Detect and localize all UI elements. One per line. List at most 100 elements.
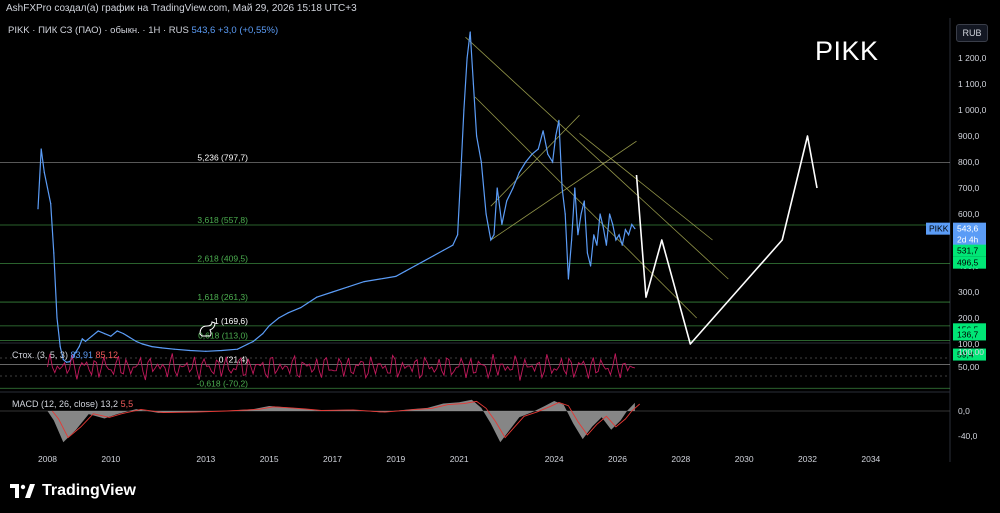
price-point: [363, 281, 365, 283]
y-tick-label: 1 200,0: [958, 53, 987, 63]
projection-path: [635, 135, 818, 345]
current-tag: PIKK: [929, 224, 949, 234]
price-point: [531, 153, 533, 155]
price-label: 496,5: [957, 258, 979, 268]
price-point: [97, 330, 99, 332]
x-tick-label: 2017: [323, 454, 342, 464]
price-point: [53, 252, 55, 254]
macd-legend: MACD (12, 26, close) 13,2 5,5: [12, 399, 133, 409]
price-point: [347, 286, 349, 288]
price-point: [423, 260, 425, 262]
price-point: [316, 296, 318, 298]
price-point: [252, 340, 254, 342]
price-point: [379, 278, 381, 280]
macd-signal-value: 5,5: [120, 399, 134, 409]
fib-label: 2,618 (409,5): [197, 254, 248, 264]
price-point: [615, 239, 617, 241]
price-label: 2d 4h: [957, 235, 979, 245]
price-point: [574, 187, 576, 189]
price-point: [586, 252, 589, 254]
price-point: [618, 234, 620, 236]
price-point: [151, 346, 153, 348]
price-point: [599, 213, 601, 215]
stoch-tick-label: 50,00: [958, 362, 980, 372]
price-point: [577, 234, 579, 236]
price-point: [122, 333, 125, 335]
fib-label: 0 (21,4): [219, 354, 248, 364]
x-tick-label: 2032: [798, 454, 817, 464]
price-point: [570, 239, 573, 241]
macd-value: 13,2: [100, 399, 119, 409]
price-point: [496, 187, 498, 189]
macd-histogram-area: [47, 399, 635, 443]
footer-bar: [0, 470, 1000, 513]
price-point: [110, 335, 112, 337]
price-point: [605, 244, 608, 246]
price-point: [580, 213, 582, 215]
price-point: [84, 340, 87, 342]
tradingview-logo-icon: [10, 484, 35, 498]
fib-label: 1 (169,6): [214, 316, 248, 326]
price-point: [490, 239, 492, 241]
price-point: [300, 307, 302, 309]
price-point: [141, 343, 144, 345]
price-point: [404, 270, 406, 272]
fib-label: 5,236 (797,7): [197, 153, 248, 163]
price-point: [485, 213, 487, 215]
fib-label: 1,618 (261,3): [197, 292, 248, 302]
price-point: [46, 187, 49, 189]
price-point: [567, 278, 570, 280]
currency-button[interactable]: RUB: [956, 24, 988, 42]
x-tick-label: 2015: [260, 454, 279, 464]
macd-label: MACD (12, 26, close): [12, 399, 99, 409]
price-point: [59, 346, 61, 348]
price-point: [634, 228, 636, 230]
y-tick-label: 1 000,0: [958, 105, 987, 115]
y-tick-label: 800,0: [958, 157, 980, 167]
price-point: [469, 31, 471, 33]
y-tick-label: 300,0: [958, 287, 980, 297]
price-point: [37, 208, 39, 210]
price-point: [593, 234, 595, 236]
price-point: [596, 244, 598, 246]
tradingview-brand: TradingView: [42, 482, 136, 499]
x-tick-label: 2026: [608, 454, 627, 464]
price-point: [561, 187, 563, 189]
price-point: [460, 174, 462, 176]
stoch-tick-label: 100,00: [958, 347, 984, 357]
price-point: [65, 361, 68, 363]
chart-canvas[interactable]: 5,236 (797,7) 3,618 (557,8) 2,618 (409,5) 1…: [0, 0, 1000, 513]
price-point: [627, 234, 630, 236]
price-point: [589, 265, 592, 267]
price-point: [395, 275, 397, 277]
symbol-name: PIKK · ПИК СЗ (ПАО) · обыкн. · 1H · RUS: [8, 25, 189, 36]
trend-line: [474, 96, 697, 319]
x-tick-label: 2021: [450, 454, 469, 464]
price-point: [56, 317, 58, 319]
price-point: [129, 336, 131, 339]
x-tick-label: 2024: [545, 454, 564, 464]
price-point: [433, 255, 435, 257]
price-label: 136,7: [957, 329, 979, 339]
stoch-value-k: 83,91: [70, 350, 93, 360]
x-tick-label: 2030: [735, 454, 754, 464]
x-tick-label: 2013: [196, 454, 215, 464]
price-point: [624, 229, 627, 231]
symbol-info: PIKK · ПИК СЗ (ПАО) · обыкн. · 1H · RUS …: [8, 25, 278, 36]
price-point: [583, 200, 585, 202]
price-point: [551, 161, 554, 163]
price-point: [173, 348, 175, 350]
price-series-line: [37, 31, 636, 363]
price-point: [525, 161, 527, 163]
stoch-value-d: 85,12: [95, 350, 119, 360]
price-point: [547, 153, 549, 155]
tradingview-logo[interactable]: TradingView: [10, 482, 136, 500]
price-point: [442, 249, 444, 251]
price-point: [43, 171, 45, 173]
symbol-change: +3,0 (+0,55%): [217, 25, 279, 36]
symbol-price: 543,6: [191, 25, 216, 36]
price-point: [542, 130, 544, 132]
price-point: [205, 350, 207, 352]
price-point: [602, 226, 604, 228]
price-point: [537, 148, 539, 150]
